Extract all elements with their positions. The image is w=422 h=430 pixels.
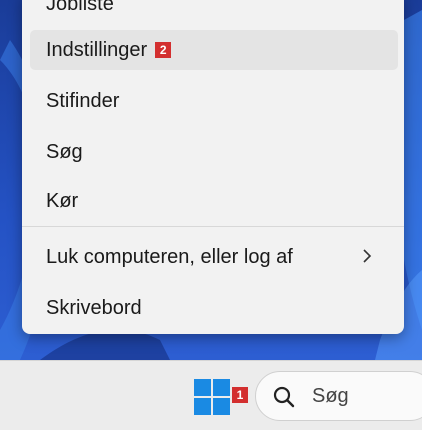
taskbar: 1 Søg [0, 360, 422, 430]
menu-item-stifinder[interactable]: Stifinder [30, 81, 398, 121]
menu-item-indstillinger[interactable]: Indstillinger 2 [30, 30, 398, 70]
menu-item-sog[interactable]: Søg [30, 132, 398, 172]
start-button[interactable] [194, 379, 230, 415]
menu-item-skrivebord[interactable]: Skrivebord [30, 288, 398, 328]
menu-item-label: Stifinder [46, 89, 120, 112]
menu-item-label: Jobliste [46, 0, 114, 15]
annotation-badge: 2 [155, 42, 172, 58]
menu-divider [22, 226, 404, 227]
menu-item-label: Indstillinger [46, 38, 148, 61]
windows-logo-icon [194, 379, 211, 396]
menu-item-label: Søg [46, 140, 83, 163]
chevron-right-icon [362, 248, 376, 264]
context-menu: Jobliste Indstillinger 2 Stifinder Søg K… [22, 0, 404, 334]
search-icon [272, 385, 296, 409]
annotation-badge: 1 [232, 387, 248, 403]
menu-item-luk-computeren[interactable]: Luk computeren, eller log af [30, 237, 398, 277]
menu-item-label: Luk computeren, eller log af [46, 245, 293, 268]
menu-item-jobliste[interactable]: Jobliste [30, 0, 398, 24]
taskbar-search[interactable]: Søg [255, 371, 422, 421]
menu-item-label: Skrivebord [46, 296, 142, 319]
search-placeholder: Søg [312, 385, 349, 407]
menu-item-label: Kør [46, 189, 79, 212]
menu-item-kor[interactable]: Kør [30, 181, 398, 221]
